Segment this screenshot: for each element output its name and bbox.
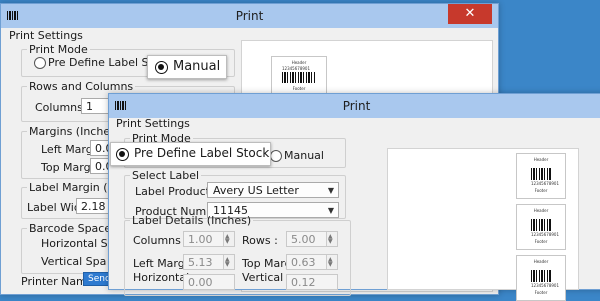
details-vertical-input[interactable]: 0.12 bbox=[286, 274, 338, 290]
spinner-icon[interactable] bbox=[326, 252, 337, 273]
front-title-bar: Print bbox=[109, 94, 600, 118]
details-columns-input[interactable]: 1.00 bbox=[183, 229, 235, 250]
preview-header: Header bbox=[533, 208, 549, 213]
back-print-settings-label: Print Settings bbox=[9, 29, 83, 42]
back-radio-predefined[interactable] bbox=[34, 57, 46, 69]
preview-footer: Footer bbox=[534, 188, 548, 193]
label-product-dropdown[interactable]: Avery US Letter ▼ bbox=[207, 182, 339, 198]
details-vertical-value: 0.12 bbox=[291, 276, 316, 289]
details-horizontal-label: Horizontal bbox=[133, 271, 190, 284]
details-horizontal-input[interactable]: 0.00 bbox=[183, 274, 235, 290]
details-columns-label: Columns : bbox=[133, 234, 189, 247]
predefined-radio[interactable] bbox=[116, 148, 129, 161]
back-title-bar: Print ✕ bbox=[1, 4, 498, 28]
details-left-margins-value: 5.13 bbox=[188, 256, 213, 269]
predefined-option-callout[interactable]: Pre Define Label Stock bbox=[110, 142, 271, 166]
details-top-margin-input[interactable]: 0.63 bbox=[286, 252, 338, 273]
back-preview-footer: Footer bbox=[292, 86, 306, 91]
front-radio-manual-label[interactable]: Manual bbox=[284, 149, 324, 162]
back-preview-label: Header 12345678901 Footer bbox=[271, 56, 327, 98]
label-product-value: Avery US Letter bbox=[213, 184, 299, 197]
manual-option-callout[interactable]: Manual bbox=[147, 55, 227, 79]
back-vertical-space-label: Vertical Spa bbox=[41, 255, 107, 268]
front-preview-label-1: Header 12345678901 Footer bbox=[516, 153, 566, 199]
back-horizontal-space-label: Horizontal S bbox=[41, 237, 108, 250]
details-columns-value: 1.00 bbox=[188, 233, 213, 246]
barcode-icon bbox=[282, 72, 316, 83]
select-label-legend: Select Label bbox=[132, 169, 200, 182]
back-preview-number: 12345678901 bbox=[282, 66, 310, 71]
details-top-margin-value: 0.63 bbox=[291, 256, 316, 269]
back-rows-columns-legend: Rows and Columns bbox=[29, 80, 134, 93]
chevron-down-icon: ▼ bbox=[327, 186, 334, 195]
back-print-mode-legend: Print Mode bbox=[29, 43, 88, 56]
preview-header: Header bbox=[533, 157, 549, 162]
details-horizontal-value: 0.00 bbox=[188, 276, 213, 289]
preview-footer: Footer bbox=[534, 290, 548, 295]
label-details-legend: Label Details (Inches) bbox=[132, 214, 252, 227]
front-preview-label-3: Header 12345678901 Footer bbox=[516, 255, 566, 301]
spinner-icon[interactable] bbox=[326, 229, 337, 250]
front-radio-manual[interactable] bbox=[270, 150, 282, 162]
barcode-icon bbox=[531, 168, 551, 180]
spinner-icon[interactable] bbox=[223, 229, 234, 250]
predefined-option-label[interactable]: Pre Define Label Stock bbox=[134, 146, 269, 160]
front-window-title: Print bbox=[342, 99, 371, 113]
back-preview-header: Header bbox=[291, 60, 307, 65]
barcode-icon bbox=[531, 219, 551, 231]
preview-number: 12345678901 bbox=[531, 232, 559, 237]
preview-header: Header bbox=[533, 259, 549, 264]
manual-radio[interactable] bbox=[155, 61, 168, 74]
details-vertical-label: Vertical bbox=[242, 271, 284, 284]
front-print-window: Print Print Settings Print Mode Manual S… bbox=[108, 93, 600, 301]
preview-number: 12345678901 bbox=[531, 283, 559, 288]
back-window-title: Print bbox=[235, 9, 264, 23]
details-rows-input[interactable]: 5.00 bbox=[286, 229, 338, 250]
front-print-settings-label: Print Settings bbox=[116, 117, 190, 130]
label-product-label: Label Product : bbox=[135, 185, 218, 198]
manual-option-label[interactable]: Manual bbox=[173, 59, 220, 74]
close-icon[interactable]: ✕ bbox=[448, 4, 492, 24]
details-rows-label: Rows : bbox=[242, 234, 278, 247]
barcode-icon bbox=[531, 270, 551, 282]
details-rows-value: 5.00 bbox=[291, 233, 316, 246]
preview-number: 12345678901 bbox=[531, 181, 559, 186]
front-preview-panel: Header 12345678901 Footer Header 1234567… bbox=[387, 148, 579, 301]
details-left-margins-input[interactable]: 5.13 bbox=[183, 252, 235, 273]
spinner-icon[interactable] bbox=[223, 252, 234, 273]
preview-footer: Footer bbox=[534, 239, 548, 244]
front-preview-label-2: Header 12345678901 Footer bbox=[516, 204, 566, 250]
